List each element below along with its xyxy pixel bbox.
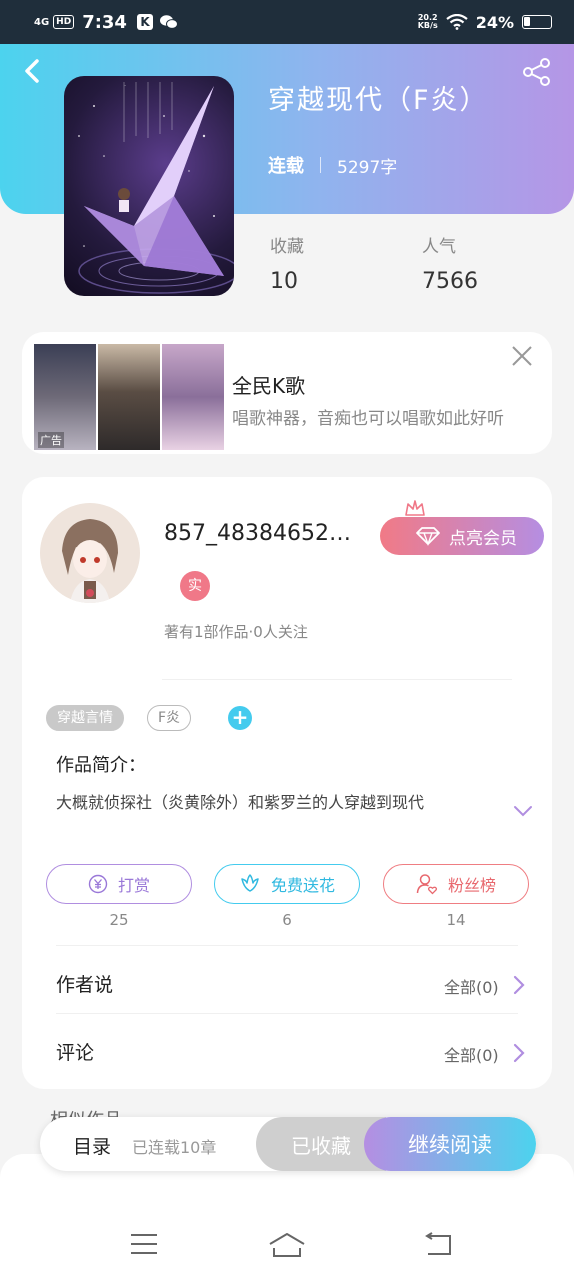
author-says-label[interactable]: 作者说: [56, 970, 113, 997]
bottom-action-bar: 目录 已连载10章 已收藏 继续阅读: [40, 1117, 536, 1171]
word-count: 5297字: [337, 157, 398, 178]
ad-thumb-3: [162, 344, 224, 450]
book-status-row: 连载 5297字: [268, 152, 397, 178]
popularity-label: 人气: [422, 237, 456, 257]
tip-count: 25: [109, 911, 129, 929]
tip-label: 打赏: [117, 876, 150, 895]
ad-thumbnails: 广告: [34, 344, 224, 450]
status-divider: [320, 157, 321, 173]
status-bar: 4G HD 7:34 K 20.2 KB/s 24%: [0, 0, 574, 44]
ad-thumb-1: 广告: [34, 344, 96, 450]
chevron-down-icon[interactable]: [512, 803, 534, 819]
divider: [56, 945, 518, 946]
ad-title: 全民K歌: [232, 374, 306, 398]
serial-status: 连载: [268, 156, 304, 177]
share-icon[interactable]: [522, 58, 552, 86]
flower-count: 6: [282, 911, 292, 929]
fan-ranking-label: 粉丝榜: [447, 876, 496, 895]
back-nav-icon[interactable]: [424, 1232, 452, 1256]
send-flower-button[interactable]: 免费送花: [214, 864, 360, 904]
ad-description: 唱歌神器，音痴也可以唱歌如此好听: [232, 409, 504, 429]
tag-custom[interactable]: F炎: [147, 705, 192, 731]
book-detail-card: 857_48384652… 点亮会员 实 著有1部作品·0人关注 穿越言情 F炎…: [22, 477, 552, 1089]
crown-icon: [405, 500, 425, 516]
back-icon[interactable]: [20, 58, 46, 84]
author-avatar[interactable]: [40, 503, 140, 603]
popularity-stat: 人气 7566: [422, 232, 478, 294]
real-name-badge: 实: [180, 571, 210, 601]
ad-card[interactable]: 广告 全民K歌 唱歌神器，音痴也可以唱歌如此好听: [22, 332, 552, 454]
network-speed: 20.2 KB/s: [417, 13, 438, 30]
author-name[interactable]: 857_48384652…: [164, 521, 374, 546]
popularity-value: 7566: [422, 269, 478, 294]
intro-label: 作品简介：: [56, 755, 146, 776]
wifi-icon: [446, 14, 468, 30]
yuan-coin-icon: [88, 874, 108, 894]
home-icon[interactable]: [268, 1232, 306, 1258]
fan-count: 14: [446, 911, 466, 929]
tag-genre[interactable]: 穿越言情: [46, 705, 124, 731]
network-indicator: 4G: [34, 16, 50, 28]
close-icon[interactable]: [510, 344, 534, 368]
collect-label: 收藏: [270, 237, 304, 257]
chevron-right-icon[interactable]: [512, 1042, 526, 1064]
cover-art: ·: [78, 82, 234, 294]
collect-stat: 收藏 10: [270, 232, 304, 294]
continue-reading-button[interactable]: 继续阅读: [364, 1117, 536, 1171]
author-says-all[interactable]: 全部(0): [444, 974, 499, 998]
tip-button[interactable]: 打赏: [46, 864, 192, 904]
wechat-icon: [159, 15, 178, 29]
add-tag-button[interactable]: +: [228, 706, 252, 730]
chapter-count: 已连载10章: [132, 1138, 217, 1157]
collect-value: 10: [270, 269, 298, 294]
system-nav-bar: [0, 1154, 574, 1280]
vip-button-label: 点亮会员: [449, 528, 517, 549]
battery-icon: [522, 15, 552, 29]
divider: [56, 1013, 518, 1014]
comments-all[interactable]: 全部(0): [444, 1042, 499, 1066]
toc-button[interactable]: 目录: [73, 1132, 111, 1159]
book-cover[interactable]: ·: [64, 76, 234, 296]
ad-thumb-2: [98, 344, 160, 450]
send-flower-label: 免费送花: [270, 876, 335, 895]
intro-text: 大概就侦探社（炎黄除外）和紫罗兰的人穿越到现代: [56, 793, 425, 812]
menu-icon[interactable]: [130, 1232, 158, 1256]
chevron-right-icon[interactable]: [512, 974, 526, 996]
comments-label[interactable]: 评论: [56, 1038, 94, 1065]
book-title: 穿越现代（F炎）: [268, 85, 489, 116]
diamond-icon: [416, 527, 440, 546]
divider: [162, 679, 512, 680]
fan-ranking-button[interactable]: 粉丝榜: [383, 864, 529, 904]
user-heart-icon: [416, 874, 438, 895]
author-stats: 著有1部作品·0人关注: [164, 623, 308, 641]
ad-tag: 广告: [38, 432, 64, 448]
hd-icon: HD: [53, 15, 75, 29]
clock: 7:34: [82, 11, 127, 33]
battery-percent: 24%: [475, 12, 514, 32]
k-app-icon: K: [136, 14, 153, 30]
flower-icon: [241, 874, 259, 892]
vip-button[interactable]: 点亮会员: [380, 517, 544, 555]
